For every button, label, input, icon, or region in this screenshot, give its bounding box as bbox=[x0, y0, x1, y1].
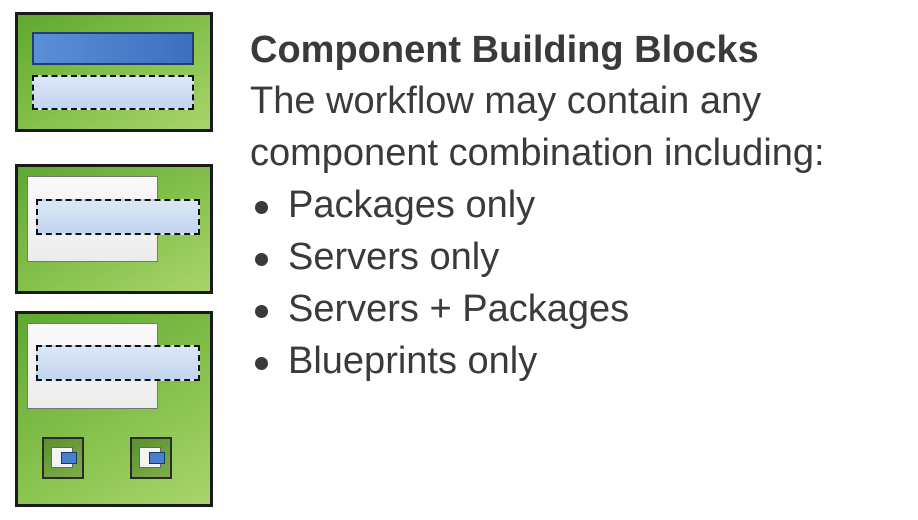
list-item-label: Packages only bbox=[288, 184, 536, 226]
list-item-label: Blueprints only bbox=[288, 340, 538, 382]
servers-only-block bbox=[15, 164, 213, 294]
slide-title: Component Building Blocks bbox=[250, 29, 759, 71]
list-item: Servers + Packages bbox=[250, 283, 915, 335]
bullet-icon bbox=[255, 357, 268, 370]
combination-list: Packages only Servers only Servers + Pac… bbox=[250, 179, 915, 387]
blueprint-block bbox=[15, 311, 213, 507]
list-item-label: Servers only bbox=[288, 236, 500, 278]
package-placeholder-dashed bbox=[32, 75, 194, 110]
packages-only-block bbox=[15, 12, 213, 132]
nested-package-box bbox=[61, 452, 77, 464]
bullet-icon bbox=[255, 253, 268, 266]
description-area: Component Building Blocks The workflow m… bbox=[250, 25, 915, 387]
list-item-label: Servers + Packages bbox=[288, 288, 630, 330]
package-bar bbox=[32, 32, 194, 65]
package-placeholder-dashed bbox=[36, 199, 200, 235]
nested-package-box bbox=[149, 452, 165, 464]
list-item: Blueprints only bbox=[250, 335, 915, 387]
bullet-icon bbox=[255, 201, 268, 214]
nested-blueprint-icon bbox=[130, 437, 172, 479]
list-item: Packages only bbox=[250, 179, 915, 231]
nested-blueprint-icon bbox=[42, 437, 84, 479]
package-placeholder-dashed bbox=[36, 345, 200, 381]
bullet-icon bbox=[255, 305, 268, 318]
description-line: The workflow may contain any bbox=[250, 80, 762, 122]
description-line: component combination including: bbox=[250, 132, 825, 174]
list-item: Servers only bbox=[250, 231, 915, 283]
